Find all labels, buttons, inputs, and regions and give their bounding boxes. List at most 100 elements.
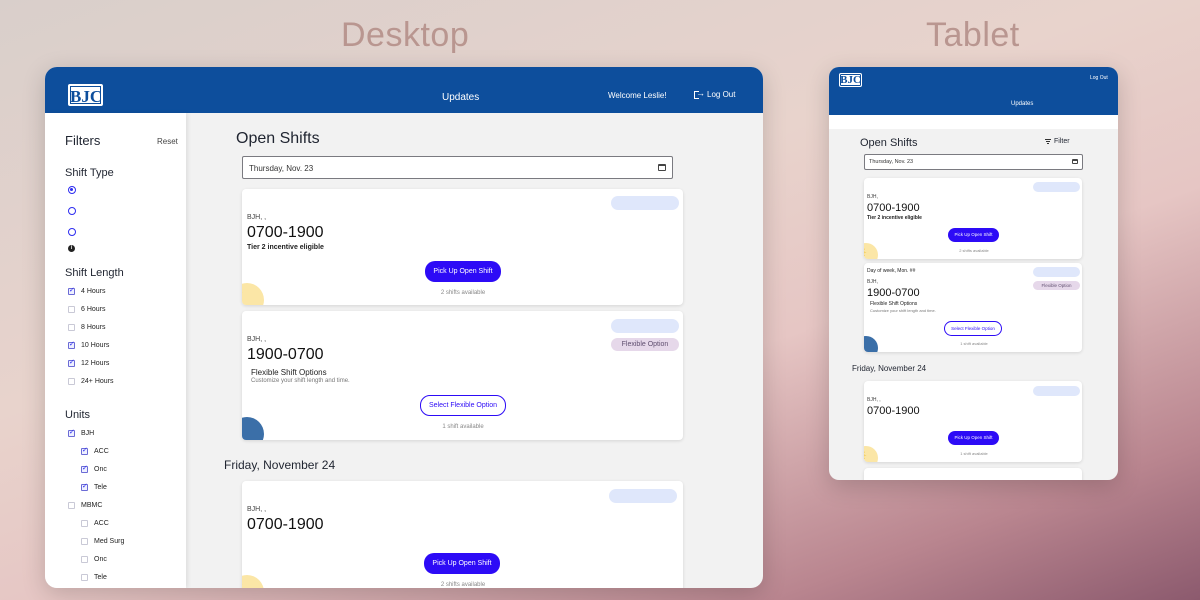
unit-option[interactable]: Onc [81,464,107,473]
unit-checkbox[interactable] [68,428,75,437]
tablet-label: Tablet [926,16,1020,54]
filter-button[interactable]: Filter [1045,138,1070,145]
unit-label: BJH [81,430,95,437]
shift-length-option[interactable]: 12 Hours [68,358,109,367]
reset-filters-button[interactable]: Reset [157,137,178,146]
shift-type-radio-1[interactable] [68,186,76,194]
unit-option[interactable]: MBMC [68,502,102,509]
date-value: Thursday, Nov. 23 [869,159,914,165]
status-pill-placeholder [609,489,677,503]
bjc-logo[interactable]: BJC [839,73,862,87]
shift-length-checkbox[interactable] [68,378,75,385]
date-picker-input[interactable]: Thursday, Nov. 23 [242,156,673,179]
shifts-available: 1 shift available [442,424,484,430]
day-of-week-label: Day of week, Mon. ## [867,268,916,274]
pick-up-shift-button[interactable]: Pick Up Open Shift [424,553,500,574]
shifts-available: 2 shifts available [440,582,486,588]
shift-length-option[interactable]: 4 Hours [68,286,106,295]
date-picker-input[interactable]: Thursday, Nov. 23 [864,154,1083,170]
unit-label: ACC [94,520,109,527]
flexible-option-badge: Flexible Option [611,338,679,351]
unit-checkbox[interactable] [81,556,88,563]
units-heading: Units [65,409,91,421]
shift-card: BJH, , 0700-1900 Pick Up Open Shift 2 sh… [242,481,683,588]
shift-length-checkbox[interactable] [68,306,75,313]
pick-up-shift-button[interactable]: Pick Up Open Shift [948,431,999,445]
nav-updates-link[interactable]: Updates [1011,101,1033,107]
flexible-shift-description: Customize your shift length and time. [251,378,350,384]
shift-length-heading: Shift Length [65,267,124,279]
unit-option[interactable]: ACC [81,446,109,455]
shift-card: BJH, , 0700-1900 Pick Up Open Shift 1 sh… [864,381,1082,462]
shift-location: BJH, , [247,336,267,343]
shift-length-checkbox[interactable] [68,358,75,367]
status-pill-placeholder [611,196,679,210]
shift-length-option[interactable]: 10 Hours [68,340,110,349]
shift-length-option[interactable]: 6 Hours [68,306,106,313]
top-nav-bar: BJC Updates Welcome Leslie! Log Out [45,67,763,113]
unit-checkbox[interactable] [68,502,75,509]
status-pill-placeholder [1033,386,1080,396]
bjc-logo[interactable]: BJC [68,84,103,106]
shift-length-option[interactable]: 24+ Hours [68,378,114,385]
status-pill-placeholder [1033,182,1080,192]
select-flexible-option-button[interactable]: Select Flexible Option [420,395,506,416]
shifts-available: 1 shift available [960,451,988,456]
info-icon[interactable]: i [68,245,75,252]
unit-option[interactable]: BJH [68,428,95,437]
flexible-shift-title: Flexible Shift Options [251,368,327,377]
unit-option[interactable]: Med Surg [81,538,124,545]
shift-length-checkbox[interactable] [68,286,75,295]
unit-checkbox[interactable] [81,574,88,581]
unit-option[interactable]: Tele [81,574,107,581]
desktop-label: Desktop [341,16,470,54]
shift-time: 0700-1900 [867,202,920,214]
logout-icon [694,88,705,99]
logout-button[interactable]: Log Out [1090,75,1108,81]
day-shift-sun-icon [242,575,264,588]
flexible-shift-title: Flexible Shift Options [870,301,918,307]
calendar-icon[interactable] [658,164,666,171]
shift-type-heading: Shift Type [65,167,114,179]
unit-checkbox[interactable] [81,538,88,545]
pick-up-shift-button[interactable]: Pick Up Open Shift [425,261,501,282]
shift-time: 1900-0700 [867,287,920,299]
nav-updates-link[interactable]: Updates [442,92,479,103]
select-flexible-option-button[interactable]: Select Flexible Option [944,321,1002,336]
unit-checkbox[interactable] [81,482,88,491]
date-value: Thursday, Nov. 23 [249,164,314,173]
day-heading: Friday, November 24 [852,364,927,373]
shift-card: Day of week, Mon. ## Flexible Option BJH… [864,263,1082,352]
pick-up-shift-button[interactable]: Pick Up Open Shift [948,228,999,242]
night-shift-moon-icon [864,336,878,352]
shift-length-option[interactable]: 8 Hours [68,324,106,331]
shift-location: BJH, [867,194,878,200]
unit-checkbox[interactable] [81,520,88,527]
logout-button[interactable]: Log Out [694,88,736,99]
unit-option[interactable]: Onc [81,556,107,563]
logout-label: Log Out [707,90,736,99]
unit-label: Onc [94,466,107,473]
shift-card: Flexible Option BJH, , 1900-0700 Flexibl… [242,311,683,440]
unit-option[interactable]: ACC [81,520,109,527]
shift-card [864,468,1082,480]
unit-checkbox[interactable] [81,446,88,455]
shift-type-radio-3[interactable] [68,228,76,236]
shifts-available: 2 shifts available [959,248,989,253]
filters-title: Filters [65,133,101,148]
unit-label: MBMC [81,502,103,509]
unit-checkbox[interactable] [81,464,88,473]
day-heading: Friday, November 24 [224,458,336,472]
shift-length-label: 10 Hours [81,342,110,349]
calendar-icon[interactable] [1072,159,1078,164]
shift-length-checkbox[interactable] [68,340,75,349]
desktop-mockup: BJC Updates Welcome Leslie! Log Out Filt… [45,67,763,588]
filters-sidebar: Filters Reset Shift Type i Shift Length … [45,113,186,588]
shift-length-label: 4 Hours [81,288,106,295]
sub-header-bar [829,115,1118,129]
unit-option[interactable]: Tele [81,482,107,491]
incentive-label: Tier 2 incentive eligible [247,244,324,251]
shift-length-checkbox[interactable] [68,324,75,331]
shift-card: BJH, , 0700-1900 Tier 2 incentive eligib… [242,189,683,305]
shift-type-radio-2[interactable] [68,207,76,215]
